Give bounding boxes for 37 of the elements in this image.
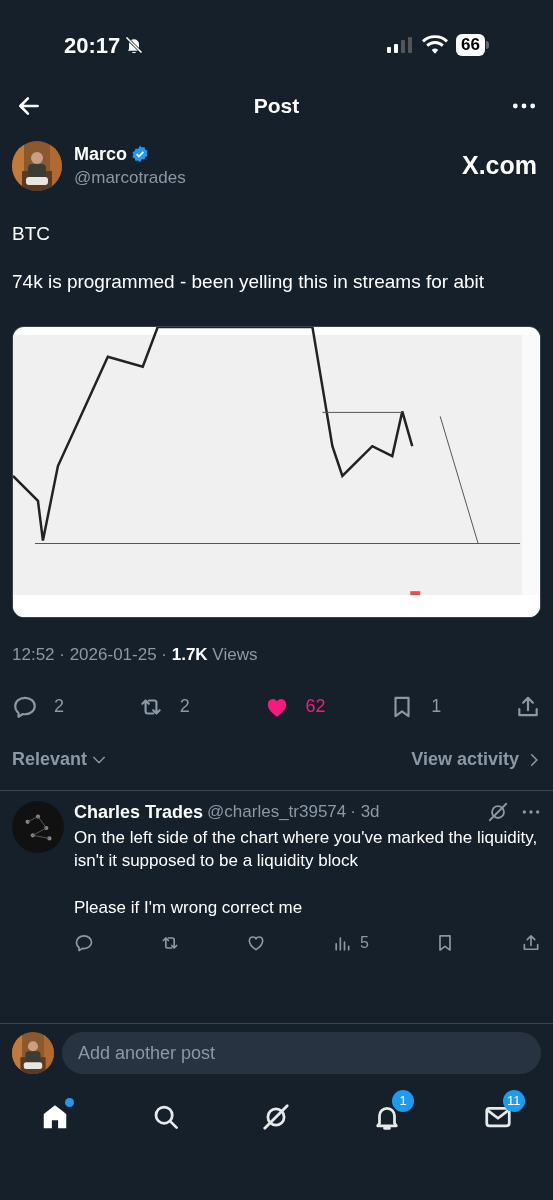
reply-button[interactable] (74, 932, 94, 953)
muted-bell-icon (124, 35, 145, 55)
reply-author-name[interactable]: Charles Trades (74, 798, 204, 826)
user-avatar[interactable] (12, 1032, 54, 1074)
reply-avatar[interactable] (12, 800, 64, 853)
notification-badge: 1 (392, 1090, 415, 1112)
battery-level: 66 (456, 34, 485, 56)
share-icon (521, 932, 541, 953)
action-count: 2 (179, 695, 190, 718)
grok-icon[interactable] (261, 1102, 292, 1132)
author-handle: @marcotrades (74, 167, 186, 189)
signal-icon (386, 36, 415, 54)
grok-icon[interactable] (487, 801, 509, 823)
post-meta: 12:52 · 2026-01-25 · 1.7K Views (12, 645, 258, 664)
status-time: 20:17 (64, 31, 121, 60)
sort-dropdown[interactable]: Relevant (12, 746, 108, 773)
action-count: 1 (431, 695, 442, 718)
action-count: 62 (305, 695, 326, 718)
site-label: X.com (461, 150, 537, 182)
post-text: 74k is programmed - been yelling this in streams for abit (12, 270, 486, 294)
post-text: BTC (12, 222, 51, 246)
reply-text: Please if I'm wrong correct me (74, 896, 304, 919)
view-activity-link[interactable]: View activity (411, 746, 541, 773)
wifi-icon (422, 35, 449, 55)
reply-text: On the left side of the chart where you've marked the liquidity, isn't it supposed to be a liquidity block (74, 826, 539, 872)
notification-badge: 11 (502, 1090, 525, 1112)
action-count: 5 (360, 932, 369, 953)
reply-author-handle: @charles_tr39574 (207, 801, 347, 824)
reply-icon (74, 932, 94, 953)
reply-age: · 3d (350, 801, 380, 824)
verified-badge-icon (131, 145, 149, 163)
action-count: 2 (54, 695, 64, 718)
author-avatar[interactable] (12, 141, 62, 191)
reply-input-field[interactable]: Add another post (62, 1032, 541, 1074)
share-button[interactable] (521, 932, 541, 953)
author-name[interactable]: Marco (74, 142, 127, 166)
page-title: Post (253, 93, 300, 120)
